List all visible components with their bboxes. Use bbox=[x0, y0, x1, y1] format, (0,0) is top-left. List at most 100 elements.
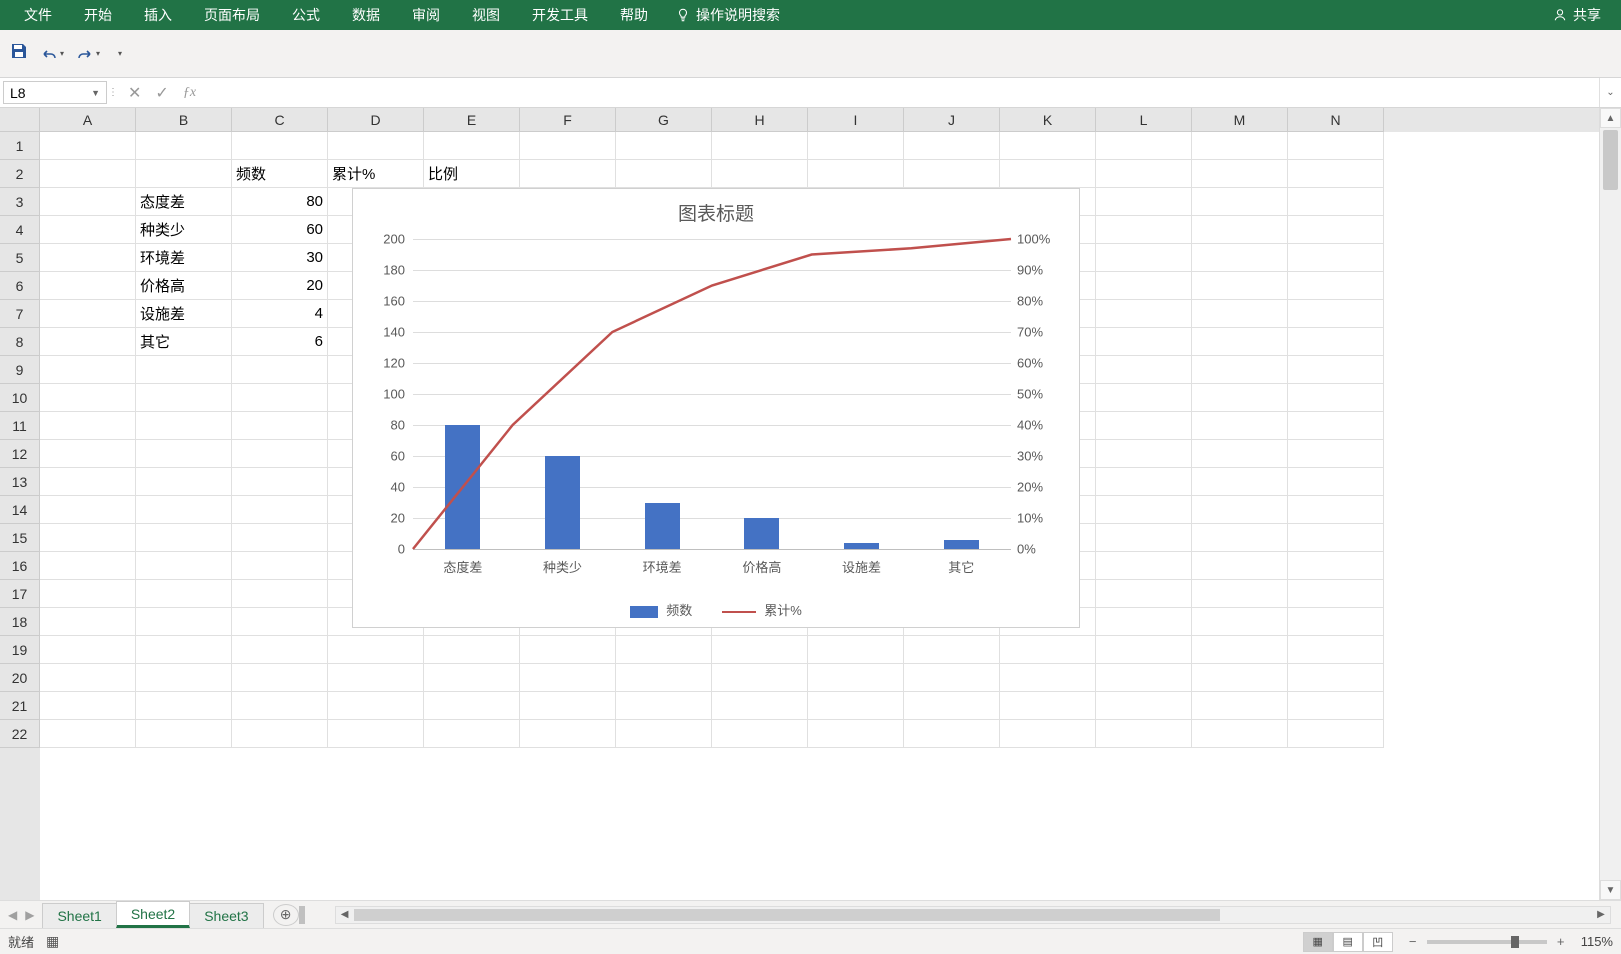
row-header[interactable]: 20 bbox=[0, 664, 40, 692]
cell[interactable] bbox=[1192, 496, 1288, 524]
cell[interactable] bbox=[904, 160, 1000, 188]
row-header[interactable]: 8 bbox=[0, 328, 40, 356]
chart-title[interactable]: 图表标题 bbox=[353, 189, 1079, 226]
cell[interactable] bbox=[40, 440, 136, 468]
sheet-nav-arrows[interactable]: ◀▶ bbox=[0, 908, 42, 922]
vertical-scrollbar[interactable]: ▲ ▼ bbox=[1599, 108, 1621, 900]
row-header[interactable]: 5 bbox=[0, 244, 40, 272]
cell[interactable] bbox=[1288, 244, 1384, 272]
cell[interactable] bbox=[40, 384, 136, 412]
cell[interactable] bbox=[1192, 636, 1288, 664]
cell[interactable]: 30 bbox=[232, 244, 328, 272]
cell[interactable]: 态度差 bbox=[136, 188, 232, 216]
cell[interactable] bbox=[40, 216, 136, 244]
chart-object[interactable]: 图表标题 020406080100120140160180200 0%10%20… bbox=[352, 188, 1080, 628]
cell[interactable] bbox=[712, 636, 808, 664]
scroll-down-arrow[interactable]: ▼ bbox=[1600, 880, 1621, 900]
cell[interactable] bbox=[232, 468, 328, 496]
redo-button[interactable]: ▾ bbox=[76, 46, 100, 62]
select-all-corner[interactable] bbox=[0, 108, 40, 132]
column-header[interactable]: L bbox=[1096, 108, 1192, 132]
row-header[interactable]: 13 bbox=[0, 468, 40, 496]
cell[interactable] bbox=[520, 664, 616, 692]
cell[interactable] bbox=[1288, 216, 1384, 244]
cell[interactable] bbox=[232, 720, 328, 748]
cell[interactable] bbox=[1096, 356, 1192, 384]
cell[interactable] bbox=[40, 356, 136, 384]
cell[interactable]: 20 bbox=[232, 272, 328, 300]
row-header[interactable]: 4 bbox=[0, 216, 40, 244]
cell[interactable] bbox=[136, 608, 232, 636]
cell[interactable] bbox=[424, 636, 520, 664]
scroll-left-arrow[interactable]: ◀ bbox=[336, 909, 354, 920]
cell[interactable] bbox=[1288, 552, 1384, 580]
cell[interactable] bbox=[712, 160, 808, 188]
cell[interactable] bbox=[1192, 720, 1288, 748]
column-header[interactable]: C bbox=[232, 108, 328, 132]
cell[interactable] bbox=[232, 356, 328, 384]
cell[interactable] bbox=[1288, 580, 1384, 608]
cell[interactable] bbox=[136, 440, 232, 468]
cell[interactable]: 频数 bbox=[232, 160, 328, 188]
cell[interactable] bbox=[520, 636, 616, 664]
cell[interactable] bbox=[1288, 664, 1384, 692]
cell[interactable] bbox=[1096, 468, 1192, 496]
cell[interactable] bbox=[1288, 160, 1384, 188]
cell[interactable] bbox=[136, 664, 232, 692]
cell[interactable] bbox=[1096, 636, 1192, 664]
cell[interactable] bbox=[808, 160, 904, 188]
cell[interactable] bbox=[1096, 216, 1192, 244]
cell[interactable] bbox=[1288, 188, 1384, 216]
cell[interactable] bbox=[40, 300, 136, 328]
cell[interactable] bbox=[1288, 608, 1384, 636]
row-header[interactable]: 1 bbox=[0, 132, 40, 160]
cell[interactable] bbox=[232, 664, 328, 692]
cell[interactable] bbox=[232, 384, 328, 412]
cell[interactable] bbox=[1096, 244, 1192, 272]
scroll-up-arrow[interactable]: ▲ bbox=[1600, 108, 1621, 128]
cell[interactable] bbox=[232, 524, 328, 552]
cell[interactable] bbox=[1096, 440, 1192, 468]
column-header[interactable]: H bbox=[712, 108, 808, 132]
cell[interactable] bbox=[40, 664, 136, 692]
cell[interactable]: 60 bbox=[232, 216, 328, 244]
cell[interactable] bbox=[40, 132, 136, 160]
normal-view-button[interactable]: ▦ bbox=[1303, 932, 1333, 952]
spreadsheet-grid[interactable]: ABCDEFGHIJKLMN 1234567891011121314151617… bbox=[0, 108, 1621, 900]
cell[interactable] bbox=[40, 636, 136, 664]
column-header[interactable]: N bbox=[1288, 108, 1384, 132]
cell[interactable]: 比例 bbox=[424, 160, 520, 188]
cell[interactable] bbox=[136, 132, 232, 160]
cell[interactable] bbox=[1000, 160, 1096, 188]
cell[interactable] bbox=[616, 664, 712, 692]
cell[interactable] bbox=[424, 132, 520, 160]
cell[interactable] bbox=[136, 356, 232, 384]
cell[interactable] bbox=[1096, 496, 1192, 524]
cell[interactable] bbox=[808, 132, 904, 160]
cell[interactable] bbox=[40, 608, 136, 636]
cell[interactable] bbox=[616, 160, 712, 188]
cell[interactable]: 80 bbox=[232, 188, 328, 216]
page-layout-view-button[interactable]: ▤ bbox=[1333, 932, 1363, 952]
ribbon-tab-公式[interactable]: 公式 bbox=[276, 0, 336, 30]
undo-button[interactable]: ▾ bbox=[40, 46, 64, 62]
cell[interactable] bbox=[1192, 552, 1288, 580]
cell[interactable] bbox=[1192, 160, 1288, 188]
cell[interactable] bbox=[616, 132, 712, 160]
cell[interactable]: 其它 bbox=[136, 328, 232, 356]
cell[interactable]: 种类少 bbox=[136, 216, 232, 244]
ribbon-tab-插入[interactable]: 插入 bbox=[128, 0, 188, 30]
cell[interactable] bbox=[1288, 720, 1384, 748]
cell[interactable] bbox=[1288, 384, 1384, 412]
cell[interactable] bbox=[1096, 720, 1192, 748]
cell[interactable] bbox=[136, 692, 232, 720]
cell[interactable] bbox=[1288, 412, 1384, 440]
save-button[interactable] bbox=[10, 42, 28, 65]
cell[interactable] bbox=[1096, 580, 1192, 608]
cell[interactable] bbox=[712, 132, 808, 160]
cell[interactable] bbox=[808, 692, 904, 720]
cell[interactable] bbox=[1000, 132, 1096, 160]
cell[interactable]: 4 bbox=[232, 300, 328, 328]
cell[interactable] bbox=[1288, 496, 1384, 524]
expand-formula-bar[interactable]: ⌄ bbox=[1599, 78, 1621, 107]
